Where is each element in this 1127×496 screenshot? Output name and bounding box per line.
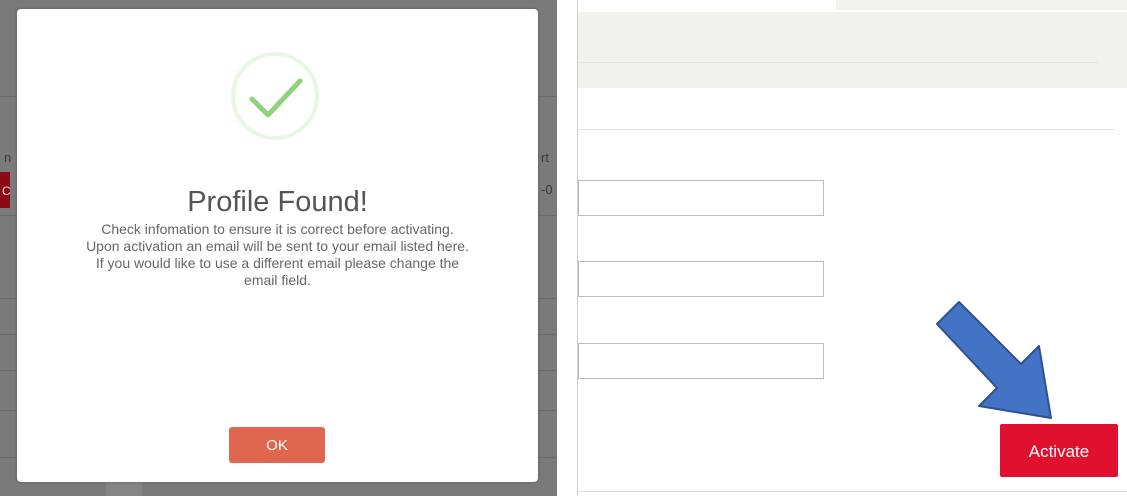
top-tab bbox=[578, 0, 836, 12]
modal-title: Profile Found! bbox=[187, 186, 368, 218]
modal-screenshot-panel: n rt C -0 Profile Found! Check infomatio… bbox=[0, 0, 557, 496]
modal-message-line: Check infomation to ensure it is correct… bbox=[101, 221, 454, 237]
modal-message-line: Upon activation an email will be sent to… bbox=[86, 238, 469, 254]
checkmark-circle-icon bbox=[231, 52, 319, 140]
section-divider bbox=[578, 129, 1115, 130]
screenshot-canvas: n rt C -0 Profile Found! Check infomatio… bbox=[0, 0, 1127, 496]
form-field-2[interactable] bbox=[578, 261, 824, 297]
modal-message-line: If you would like to use a different ema… bbox=[95, 255, 460, 271]
bottom-divider bbox=[578, 491, 1127, 492]
background-cell-fragment: -0 bbox=[541, 182, 553, 197]
activate-button[interactable]: Activate bbox=[1000, 424, 1118, 477]
modal-message-line: email field. bbox=[244, 272, 311, 288]
background-header-fragment: n bbox=[4, 150, 12, 165]
header-band bbox=[578, 12, 1127, 88]
background-cell-fragment: C bbox=[2, 184, 11, 198]
header-divider bbox=[578, 62, 1098, 63]
background-cell bbox=[106, 482, 142, 496]
arrow-down-right-icon bbox=[936, 301, 1052, 419]
modal-message: Check infomation to ensure it is correct… bbox=[32, 221, 523, 289]
ok-button[interactable]: OK bbox=[229, 427, 325, 463]
profile-found-modal: Profile Found! Check infomation to ensur… bbox=[17, 9, 538, 482]
activation-form-panel: Activate bbox=[577, 0, 1127, 496]
background-header-fragment: rt bbox=[541, 150, 549, 165]
form-field-3[interactable] bbox=[578, 343, 824, 379]
form-field-1[interactable] bbox=[578, 180, 824, 216]
